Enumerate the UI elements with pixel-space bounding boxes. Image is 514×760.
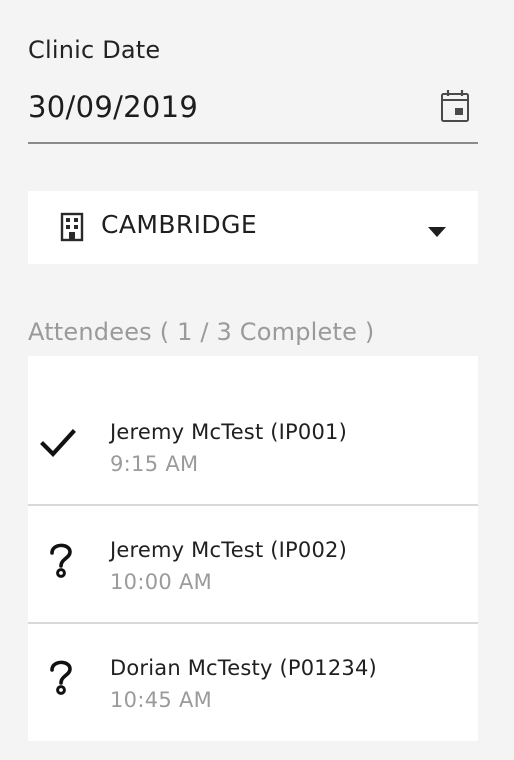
attendee-row[interactable]: Jeremy McTest (IP002) 10:00 AM — [28, 505, 478, 622]
checkmark-icon — [40, 423, 80, 463]
calendar-icon[interactable] — [440, 89, 470, 123]
attendee-list: Jeremy McTest (IP001) 9:15 AM Jeremy McT… — [28, 356, 478, 741]
attendee-time: 9:15 AM — [110, 452, 199, 476]
attendee-row[interactable]: Dorian McTesty (P01234) 10:45 AM — [28, 623, 478, 741]
clinic-attendees-screen: Clinic Date 30/09/2019 CAMBRIDGE Attende… — [0, 0, 514, 760]
clinic-date-label: Clinic Date — [28, 36, 161, 64]
attendee-time: 10:45 AM — [110, 688, 213, 712]
attendee-row[interactable]: Jeremy McTest (IP001) 9:15 AM — [28, 356, 478, 504]
date-field-underline — [28, 142, 478, 144]
clinic-date-field[interactable]: Clinic Date 30/09/2019 — [28, 30, 478, 144]
location-select[interactable]: CAMBRIDGE — [28, 191, 478, 264]
attendee-name: Jeremy McTest (IP002) — [110, 538, 347, 562]
attendee-name: Dorian McTesty (P01234) — [110, 656, 377, 680]
attendee-name: Jeremy McTest (IP001) — [110, 420, 347, 444]
attendees-heading: Attendees ( 1 / 3 Complete ) — [28, 318, 375, 346]
location-selected-value: CAMBRIDGE — [101, 210, 258, 239]
attendee-time: 10:00 AM — [110, 570, 213, 594]
question-icon — [40, 656, 80, 696]
question-icon — [40, 539, 80, 579]
clinic-date-value[interactable]: 30/09/2019 — [28, 90, 198, 124]
building-icon — [60, 212, 84, 242]
caret-down-icon[interactable] — [428, 222, 446, 237]
